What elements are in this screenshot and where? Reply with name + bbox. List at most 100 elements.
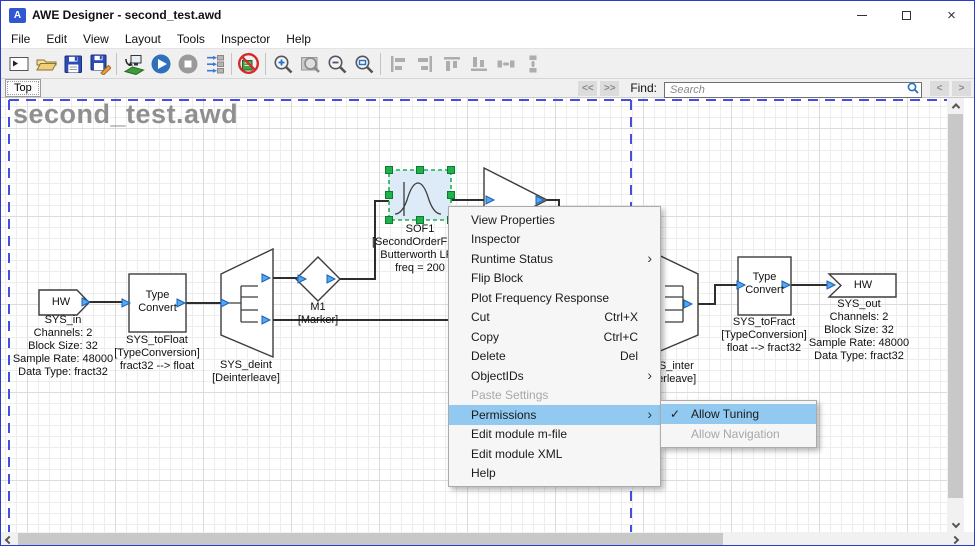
maximize-button[interactable] (884, 1, 929, 29)
zoom-fit-button[interactable] (296, 50, 323, 77)
save-as-icon (89, 53, 111, 75)
chevron-left-icon (5, 536, 13, 544)
find-row: Top << >> Find: < > (1, 79, 974, 98)
open-file-icon (35, 53, 57, 75)
find-prev-button[interactable]: < (930, 81, 949, 96)
canvas-title: second_test.awd (13, 99, 238, 130)
design-canvas[interactable]: second_test.awd HW TypeConvert TypeConve… (1, 98, 947, 532)
horizontal-scrollbar[interactable] (1, 532, 974, 546)
toolbar-separator (231, 53, 232, 75)
menu-item-edit-module-m-file[interactable]: Edit module m-file (449, 425, 660, 445)
menu-view[interactable]: View (75, 32, 117, 46)
align-top-icon (441, 53, 463, 75)
menu-item-flip-block[interactable]: Flip Block (449, 269, 660, 289)
no-hardware-icon (237, 52, 260, 75)
wire (692, 285, 739, 304)
stop-icon (177, 53, 199, 75)
scroll-down-button[interactable] (947, 516, 964, 532)
play-button[interactable] (147, 50, 174, 77)
align-top-button[interactable] (438, 50, 465, 77)
menu-inspector[interactable]: Inspector (213, 32, 278, 46)
propagate-changes-button[interactable] (201, 50, 228, 77)
menu-item-delete[interactable]: DeleteDel (449, 347, 660, 367)
scroll-up-button[interactable] (947, 98, 964, 114)
permissions-submenu: ✓Allow Tuning Allow Navigation (660, 400, 817, 448)
close-icon: × (947, 8, 956, 23)
chevron-up-icon (951, 103, 959, 111)
close-button[interactable]: × (929, 1, 974, 29)
stop-button[interactable] (174, 50, 201, 77)
find-next-button[interactable]: > (952, 81, 971, 96)
zoom-out-button[interactable] (323, 50, 350, 77)
new-layout-icon (8, 53, 30, 75)
align-right-icon (414, 53, 436, 75)
toolbar (1, 48, 974, 79)
menu-item-help[interactable]: Help (449, 464, 660, 484)
menu-item-inspector[interactable]: Inspector (449, 230, 660, 250)
propagate-changes-icon (204, 53, 226, 75)
search-input[interactable] (664, 82, 922, 98)
app-logo-icon: A (9, 8, 26, 23)
connect-target-icon (123, 53, 145, 75)
app-window: A AWE Designer - second_test.awd × File … (0, 0, 975, 546)
vertical-scroll-thumb[interactable] (948, 114, 963, 498)
right-margin (964, 98, 974, 532)
chevron-down-icon (951, 520, 959, 528)
main-area: second_test.awd HW TypeConvert TypeConve… (1, 98, 974, 532)
distribute-horizontal-button[interactable] (492, 50, 519, 77)
no-hardware-button[interactable] (235, 50, 262, 77)
align-right-button[interactable] (411, 50, 438, 77)
align-left-button[interactable] (384, 50, 411, 77)
align-bottom-button[interactable] (465, 50, 492, 77)
zoom-window-icon (353, 53, 375, 75)
save-as-button[interactable] (86, 50, 113, 77)
menu-item-plot-frequency-response[interactable]: Plot Frequency Response (449, 288, 660, 308)
find-label: Find: (630, 81, 657, 95)
scroll-left-button[interactable] (1, 532, 17, 546)
submenu-item-allow-tuning[interactable]: ✓Allow Tuning (661, 404, 816, 424)
save-icon (62, 53, 84, 75)
minimize-button[interactable] (839, 1, 884, 29)
menu-help[interactable]: Help (278, 32, 319, 46)
wire (335, 201, 390, 279)
tab-top[interactable]: Top (5, 79, 41, 97)
minimize-icon (857, 15, 867, 16)
menu-layout[interactable]: Layout (117, 32, 169, 46)
save-button[interactable] (59, 50, 86, 77)
menu-item-objectids[interactable]: ObjectIDs› (449, 366, 660, 386)
menu-item-edit-module-xml[interactable]: Edit module XML (449, 444, 660, 464)
horizontal-scroll-thumb[interactable] (18, 533, 723, 546)
align-left-icon (387, 53, 409, 75)
align-bottom-icon (468, 53, 490, 75)
menu-tools[interactable]: Tools (169, 32, 213, 46)
menu-item-view-properties[interactable]: View Properties (449, 210, 660, 230)
maximize-icon (902, 11, 911, 20)
submenu-arrow-icon: › (647, 250, 652, 266)
title-bar: A AWE Designer - second_test.awd × (1, 1, 974, 29)
zoom-window-button[interactable] (350, 50, 377, 77)
menu-item-paste-settings: Paste Settings (449, 386, 660, 406)
chevron-right-icon (951, 536, 959, 544)
block-sys-out[interactable] (829, 274, 896, 297)
find-next-all-button[interactable]: >> (600, 81, 619, 96)
find-prev-all-button[interactable]: << (578, 81, 597, 96)
menu-item-cut[interactable]: CutCtrl+X (449, 308, 660, 328)
distribute-vertical-button[interactable] (519, 50, 546, 77)
check-icon: ✓ (670, 407, 680, 421)
menu-item-permissions[interactable]: Permissions› (449, 405, 660, 425)
connect-target-button[interactable] (120, 50, 147, 77)
submenu-arrow-icon: › (647, 367, 652, 383)
menu-item-copy[interactable]: CopyCtrl+C (449, 327, 660, 347)
new-layout-button[interactable] (5, 50, 32, 77)
menu-item-runtime-status[interactable]: Runtime Status› (449, 249, 660, 269)
scroll-right-button[interactable] (947, 532, 963, 546)
zoom-in-icon (272, 53, 294, 75)
toolbar-separator (265, 53, 266, 75)
distribute-vertical-icon (522, 53, 544, 75)
open-file-button[interactable] (32, 50, 59, 77)
menu-edit[interactable]: Edit (38, 32, 75, 46)
vertical-scrollbar[interactable] (947, 98, 964, 532)
menu-file[interactable]: File (3, 32, 38, 46)
play-icon (150, 53, 172, 75)
zoom-in-button[interactable] (269, 50, 296, 77)
